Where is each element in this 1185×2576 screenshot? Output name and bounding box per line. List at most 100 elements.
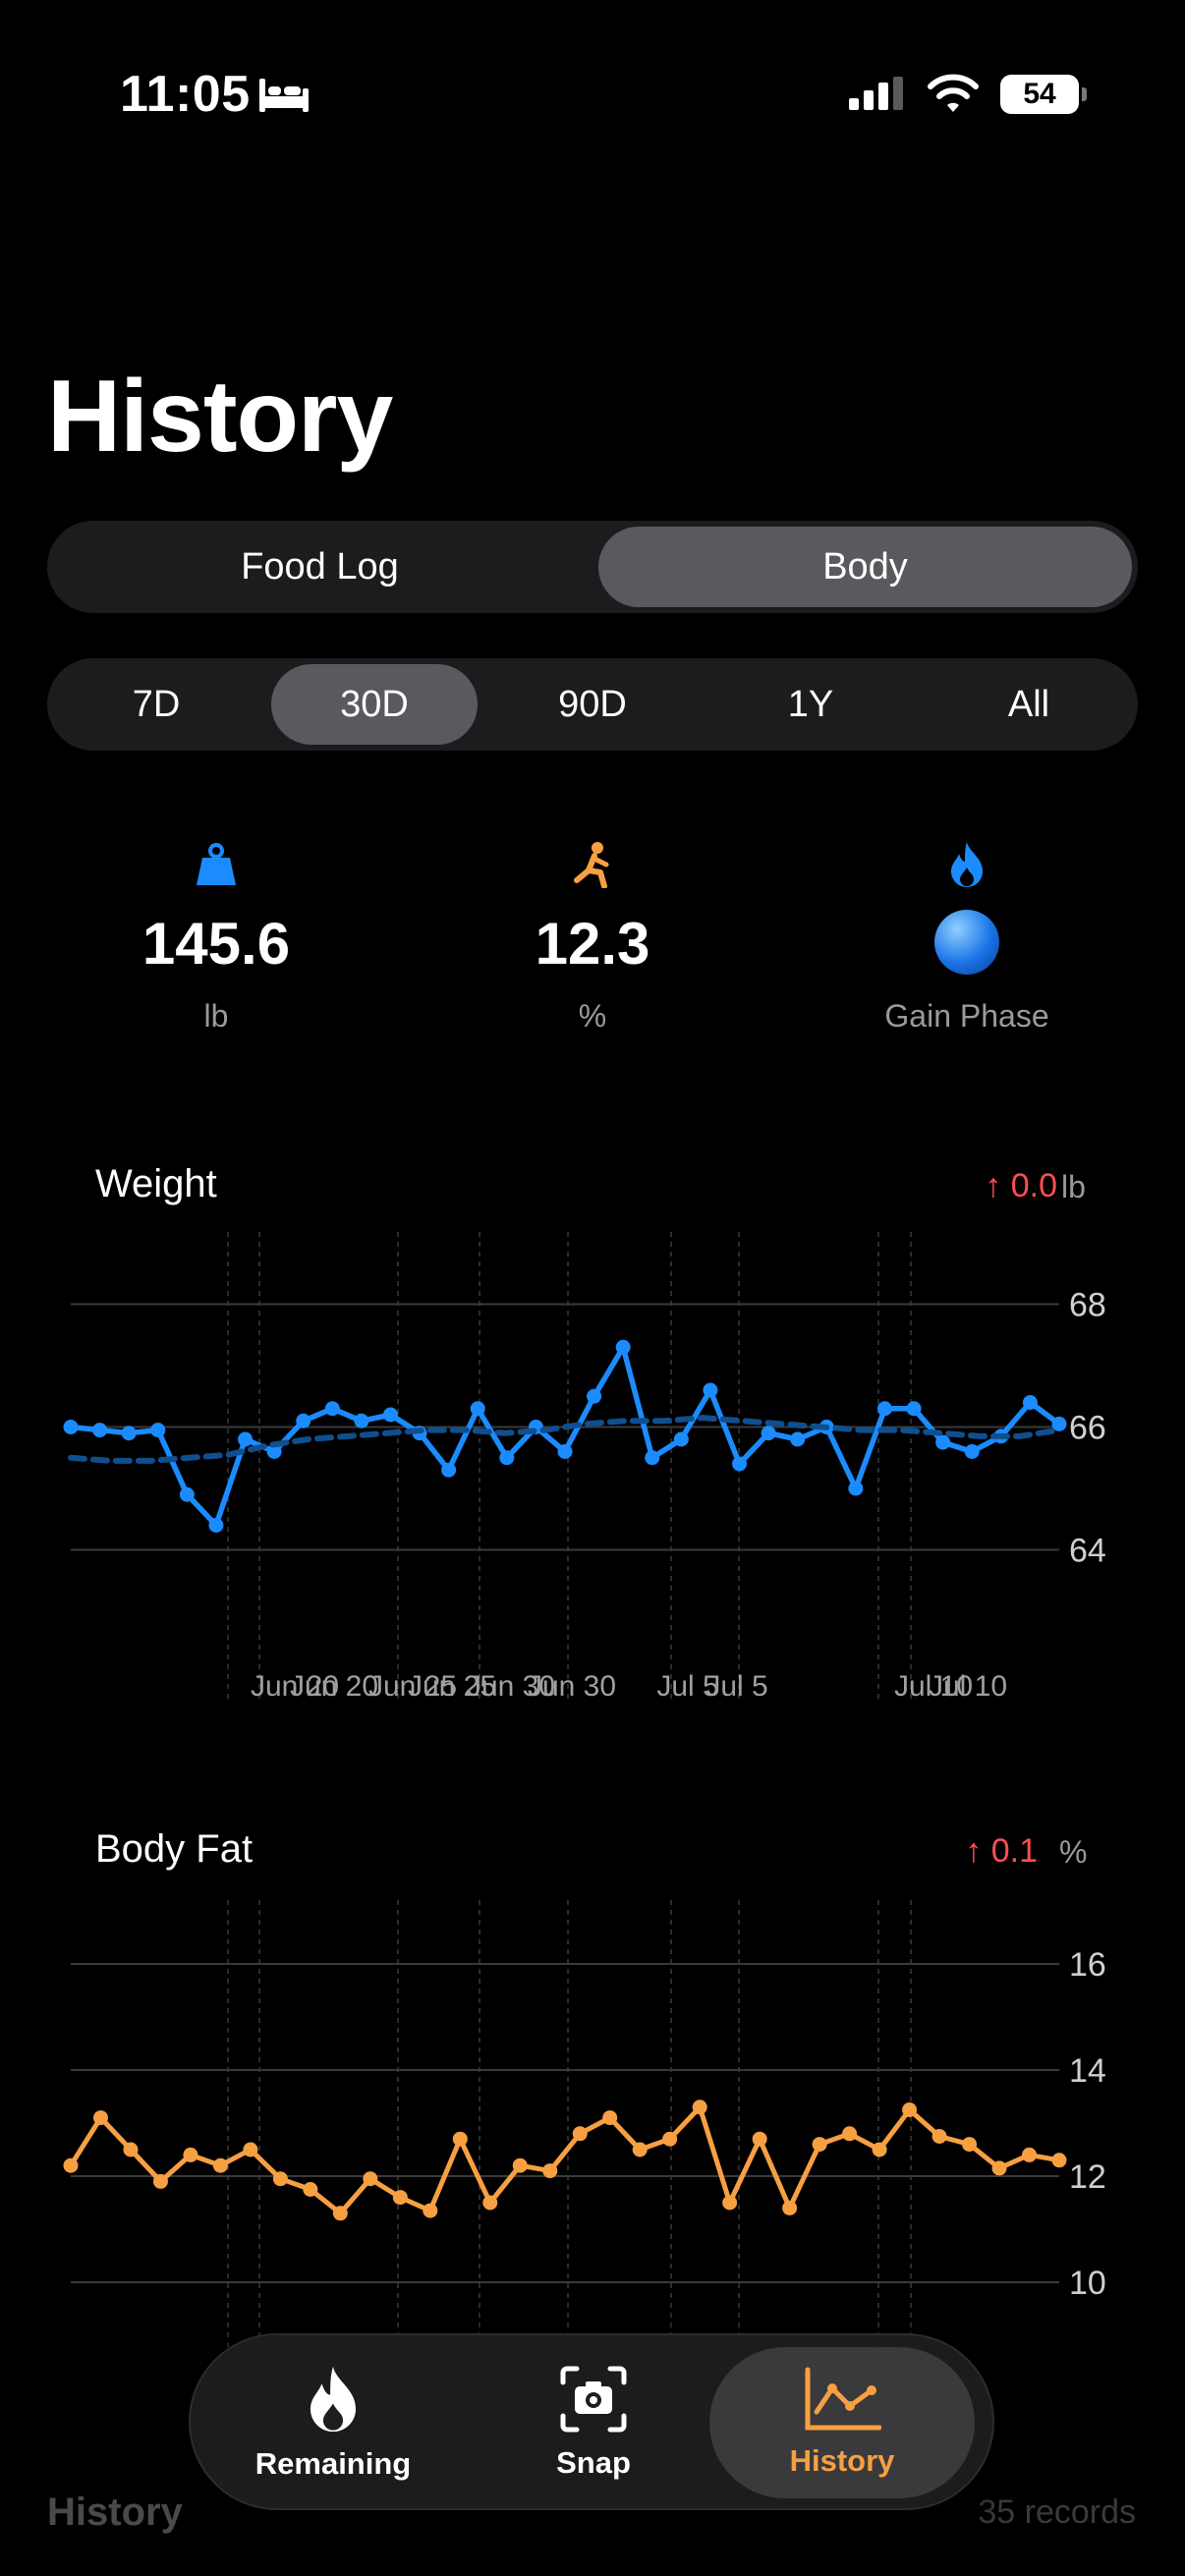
- data-point: [782, 2200, 798, 2215]
- cellular-signal-icon: [849, 77, 903, 110]
- weight-value: 145.6: [141, 911, 291, 977]
- data-point: [673, 1431, 689, 1447]
- body-fat-value: 12.3: [535, 911, 650, 977]
- data-point: [962, 2137, 978, 2153]
- data-point: [645, 1450, 660, 1466]
- data-point: [296, 1413, 311, 1428]
- weight-chart-delta: ↑ 0.0: [985, 1167, 1057, 1204]
- data-point: [212, 2157, 228, 2173]
- footer-title: History: [47, 2491, 183, 2534]
- x-tick-label: Jul 10: [929, 1670, 1007, 1703]
- view-segmented-control: Food Log Body: [47, 521, 1138, 613]
- data-point: [931, 2129, 947, 2144]
- data-point: [1022, 1395, 1038, 1410]
- bottom-tab-bar: Remaining Snap History: [189, 2333, 994, 2510]
- data-point: [842, 2126, 858, 2142]
- y-tick-label: 16: [1069, 1946, 1106, 1984]
- bodyfat-chart-unit: %: [1059, 1834, 1088, 1870]
- wifi-icon: [928, 74, 979, 112]
- data-point: [872, 2142, 887, 2157]
- data-point: [557, 1444, 573, 1459]
- data-point: [382, 1407, 398, 1423]
- y-tick-label: 14: [1069, 2052, 1106, 2090]
- data-point: [632, 2142, 648, 2157]
- data-point: [1051, 2153, 1067, 2168]
- data-point: [991, 2160, 1007, 2176]
- data-point: [121, 1426, 137, 1441]
- data-point: [441, 1462, 457, 1478]
- data-point: [272, 2171, 288, 2187]
- data-point: [732, 1456, 748, 1472]
- data-point: [423, 2203, 438, 2218]
- data-point: [324, 1401, 340, 1417]
- range-30d[interactable]: 30D: [271, 664, 478, 745]
- page-title: History: [47, 360, 393, 474]
- flame-icon: [951, 842, 983, 887]
- data-point: [183, 2147, 198, 2162]
- x-tick-label: Jul 5: [705, 1670, 767, 1703]
- tab-remaining[interactable]: Remaining: [200, 2347, 466, 2498]
- data-point: [1022, 2147, 1038, 2162]
- y-tick-label: 12: [1069, 2158, 1106, 2196]
- data-point: [238, 1431, 254, 1447]
- data-point: [243, 2142, 258, 2157]
- tab-snap[interactable]: Snap: [461, 2347, 726, 2498]
- range-all[interactable]: All: [926, 664, 1132, 745]
- data-point: [499, 1450, 515, 1466]
- data-point: [208, 1518, 224, 1533]
- data-point: [63, 2157, 79, 2173]
- stat-phase: Gain Phase: [819, 835, 1114, 1035]
- weight-chart: 646668Jun 20Jun 20Jun 25Jun 25Jun 30Jun …: [63, 1232, 1106, 1703]
- x-tick-label: Jun 20: [290, 1670, 378, 1703]
- data-point: [152, 2173, 168, 2189]
- data-point: [179, 1486, 195, 1502]
- battery-indicator: 54: [1000, 75, 1087, 114]
- data-point: [848, 1481, 864, 1496]
- bodyfat-chart: 10 12 14 16: [63, 1900, 1106, 2358]
- bodyfat-chart-title: Body Fat: [95, 1827, 254, 1871]
- data-point: [761, 1426, 776, 1441]
- data-point: [703, 1382, 718, 1398]
- exercise-icon: [574, 842, 609, 888]
- weight-chart-title: Weight: [95, 1162, 217, 1205]
- chart-icon: [805, 2367, 881, 2431]
- data-point: [572, 2126, 588, 2142]
- data-point: [964, 1444, 980, 1459]
- data-point: [303, 2182, 318, 2197]
- tab-food-log[interactable]: Food Log: [53, 527, 587, 607]
- weight-chart-unit: lb: [1061, 1169, 1086, 1204]
- bodyfat-chart-delta: ↑ 0.1: [965, 1832, 1038, 1870]
- data-point: [615, 1339, 631, 1355]
- data-point: [935, 1434, 951, 1450]
- flame-icon: [310, 2366, 357, 2433]
- body-fat-unit: %: [578, 998, 607, 1034]
- y-tick-label: 68: [1069, 1287, 1106, 1324]
- range-90d[interactable]: 90D: [489, 664, 696, 745]
- data-point: [587, 1388, 602, 1404]
- y-tick-label: 66: [1069, 1410, 1106, 1447]
- data-point: [482, 2195, 498, 2211]
- data-point: [692, 2100, 707, 2115]
- tab-body[interactable]: Body: [598, 527, 1132, 607]
- data-point: [876, 1401, 892, 1417]
- data-point: [906, 1401, 922, 1417]
- tab-history[interactable]: History: [709, 2347, 975, 2498]
- status-bar: 11:05 54: [0, 0, 1185, 147]
- y-tick-label: 10: [1069, 2265, 1106, 2302]
- footer-record-count: 35 records: [978, 2493, 1136, 2531]
- weight-icon: [197, 843, 236, 885]
- range-1y[interactable]: 1Y: [707, 664, 914, 745]
- phase-globe-icon: [934, 910, 999, 975]
- tab-history-label: History: [789, 2443, 895, 2478]
- data-point: [452, 2131, 468, 2147]
- range-7d[interactable]: 7D: [53, 664, 259, 745]
- data-point: [722, 2195, 738, 2211]
- data-point: [63, 1420, 79, 1434]
- x-tick-label: Jun 30: [528, 1670, 616, 1703]
- weight-unit: lb: [203, 998, 229, 1034]
- data-point: [812, 2137, 827, 2153]
- camera-icon: [560, 2366, 627, 2433]
- data-point: [752, 2131, 767, 2147]
- range-segmented-control: 7D 30D 90D 1Y All: [47, 658, 1138, 751]
- stat-body-fat: 12.3 %: [445, 835, 740, 1035]
